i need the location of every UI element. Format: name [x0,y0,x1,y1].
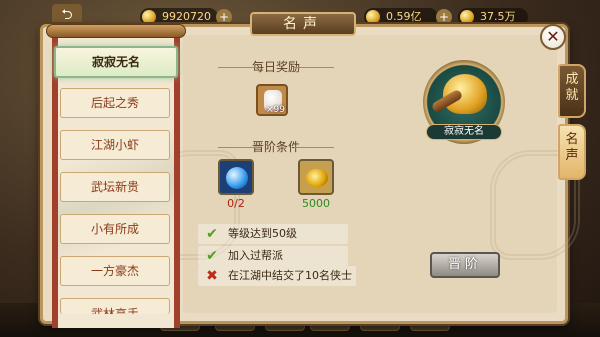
tab-fame[interactable]: 名声 [558,124,586,180]
add-silver-button[interactable]: + [216,9,232,25]
silver-value: 9920720 [162,10,211,23]
reward-count: ×99 [266,105,285,115]
checkmark-icon: ✔ [206,226,218,242]
tab-label: 名声 [565,132,579,163]
tab-label: 成就 [565,72,579,103]
divider [218,67,258,68]
requirement-text: 在江湖中结交了10名侠士 [228,269,352,282]
gold-coins-icon[interactable] [298,159,334,195]
coin-cost: 5000 [302,197,330,210]
rank-scroll-list[interactable]: 寂寂无名 后起之秀 江湖小虾 武坛新贵 小有所成 一方豪杰 武林高手 [46,24,186,328]
divider [218,147,258,148]
close-icon[interactable]: ✕ [540,24,566,50]
yuanbao-icon [460,10,474,24]
rank-item[interactable]: 江湖小虾 [60,130,170,160]
checkmark-icon: ✔ [206,248,218,264]
rank-item[interactable]: 小有所成 [60,214,170,244]
scroll-rod-top [46,24,186,38]
requirement-row: ✖ 在江湖中结交了10名侠士 [198,266,356,286]
divider [294,147,334,148]
requirement-row: ✔ 等级达到50级 [198,224,348,244]
rank-item[interactable]: 后起之秀 [60,88,170,118]
badge-label: 寂寂无名 [426,124,502,140]
requirement-row: ✔ 加入过帮派 [198,246,348,266]
blue-orb-icon[interactable] [218,159,254,195]
requirement-text: 等级达到50级 [228,227,297,240]
rank-item[interactable]: 武坛新贵 [60,172,170,202]
cross-icon: ✖ [206,268,218,284]
daily-reward-header: 每日奖励 [218,58,334,76]
panel-title: 名声 [250,12,356,36]
divider [294,67,334,68]
requirement-text: 加入过帮派 [228,249,283,262]
yuanbao-value: 37.5万 [480,10,516,23]
promote-button[interactable]: 晋阶 [430,252,500,278]
add-gold-button[interactable]: + [436,9,452,25]
tab-achievements[interactable]: 成就 [558,64,586,118]
orb-progress: 0/2 [227,197,245,210]
rank-item-selected[interactable]: 寂寂无名 [54,46,178,78]
daily-reward-item[interactable]: ×99 [256,84,288,116]
silver-coin-icon [142,10,156,24]
promote-conditions-header: 晋阶条件 [218,138,334,156]
gold-value: 0.59亿 [386,10,422,23]
gold-coin-icon [366,10,380,24]
rank-item[interactable]: 一方豪杰 [60,256,170,286]
rank-item[interactable]: 武林高手 [60,298,170,314]
